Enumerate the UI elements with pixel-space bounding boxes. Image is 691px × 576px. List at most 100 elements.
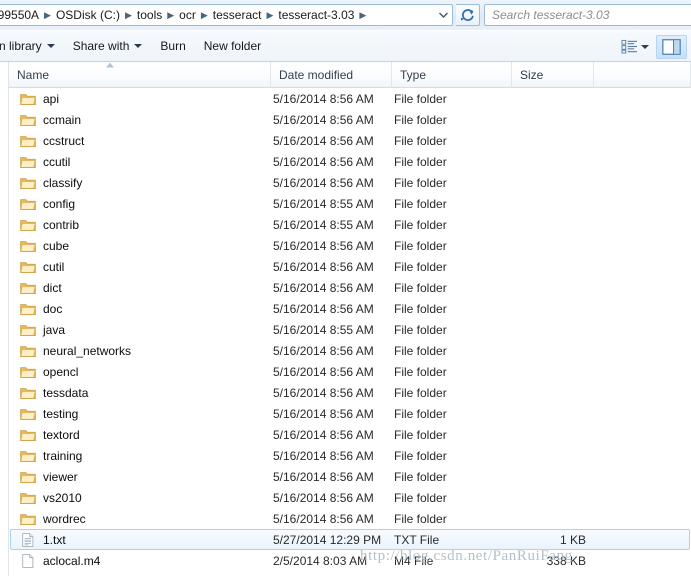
file-name-cell[interactable]: opencl <box>11 365 273 379</box>
file-name-cell[interactable]: testing <box>11 407 273 421</box>
file-date-cell: 2/5/2014 8:03 AM <box>273 553 368 568</box>
file-type-cell: File folder <box>394 133 447 148</box>
change-view-button[interactable] <box>616 35 654 58</box>
breadcrumb-item[interactable]: tesseract-3.03 <box>275 7 357 23</box>
refresh-button[interactable] <box>456 4 480 26</box>
folder-icon <box>20 93 36 105</box>
breadcrumb-item[interactable]: 799550A <box>0 7 42 23</box>
breadcrumb-item[interactable]: OSDisk (C:) <box>53 7 123 23</box>
file-list-row[interactable]: config 5/16/2014 8:55 AM File folder <box>10 193 690 214</box>
file-date-cell: 5/16/2014 8:55 AM <box>273 217 374 232</box>
toolbar-item-label: n library <box>0 39 42 53</box>
file-name-cell[interactable]: contrib <box>11 218 273 232</box>
folder-icon <box>20 471 36 483</box>
toolbar-item-label: New folder <box>203 39 262 53</box>
new-folder-button[interactable]: New folder <box>195 34 270 58</box>
search-input[interactable]: Search tesseract-3.03 <box>484 4 691 26</box>
file-size-cell: 338 KB <box>546 553 586 568</box>
file-name-cell[interactable]: cube <box>11 239 273 253</box>
column-header-date-modified[interactable]: Date modified <box>271 61 392 88</box>
column-header-size[interactable]: Size <box>512 61 594 88</box>
navigation-pane[interactable] <box>0 62 8 576</box>
folder-icon <box>20 114 36 126</box>
file-list-row[interactable]: classify 5/16/2014 8:56 AM File folder <box>10 172 690 193</box>
file-name-cell[interactable]: tessdata <box>11 386 273 400</box>
folder-icon <box>20 198 36 210</box>
file-list-row[interactable]: opencl 5/16/2014 8:56 AM File folder <box>10 361 690 382</box>
file-list-row[interactable]: vs2010 5/16/2014 8:56 AM File folder <box>10 487 690 508</box>
column-header-type[interactable]: Type <box>392 61 512 88</box>
file-type-cell: File folder <box>394 301 447 316</box>
file-name-cell[interactable]: vs2010 <box>11 491 273 505</box>
share-with-button[interactable]: Share with <box>64 34 152 58</box>
breadcrumb-separator-icon[interactable]: ▶ <box>357 10 368 20</box>
include-in-library-button[interactable]: n library <box>0 34 64 58</box>
file-list-row[interactable]: viewer 5/16/2014 8:56 AM File folder <box>10 466 690 487</box>
file-name-cell[interactable]: config <box>11 197 273 211</box>
breadcrumb-separator-icon[interactable]: ▶ <box>123 10 134 20</box>
file-name-cell[interactable]: classify <box>11 176 273 190</box>
breadcrumb-separator-icon[interactable]: ▶ <box>165 10 176 20</box>
breadcrumb-separator-icon[interactable]: ▶ <box>264 10 275 20</box>
file-name-cell[interactable]: neural_networks <box>11 344 273 358</box>
file-list-row[interactable]: ccmain 5/16/2014 8:56 AM File folder <box>10 109 690 130</box>
breadcrumb-separator-icon[interactable]: ▶ <box>199 10 210 20</box>
file-date-cell: 5/16/2014 8:56 AM <box>273 238 374 253</box>
file-list-row[interactable]: 1.txt 5/27/2014 12:29 PM TXT File 1 KB <box>10 529 690 550</box>
file-name-cell[interactable]: cutil <box>11 260 273 274</box>
file-name-cell[interactable]: java <box>11 323 273 337</box>
file-name-cell[interactable]: textord <box>11 428 273 442</box>
file-date-cell: 5/16/2014 8:56 AM <box>273 133 374 148</box>
file-list-row[interactable]: cutil 5/16/2014 8:56 AM File folder <box>10 256 690 277</box>
file-list-row[interactable]: dict 5/16/2014 8:56 AM File folder <box>10 277 690 298</box>
file-name-cell[interactable]: ccmain <box>11 113 273 127</box>
folder-icon <box>20 240 36 252</box>
file-type-cell: File folder <box>394 280 447 295</box>
file-name-cell[interactable]: training <box>11 449 273 463</box>
file-type-cell: File folder <box>394 196 447 211</box>
file-list-row[interactable]: wordrec 5/16/2014 8:56 AM File folder <box>10 508 690 529</box>
burn-button[interactable]: Burn <box>151 34 194 58</box>
address-bar[interactable]: 799550A▶OSDisk (C:)▶tools▶ocr▶tesseract▶… <box>0 4 453 26</box>
file-date-cell: 5/16/2014 8:55 AM <box>273 196 374 211</box>
breadcrumb-item[interactable]: ocr <box>176 7 199 23</box>
file-name-cell[interactable]: ccutil <box>11 155 273 169</box>
file-list-row[interactable]: java 5/16/2014 8:55 AM File folder <box>10 319 690 340</box>
file-name-cell[interactable]: ccstruct <box>11 134 273 148</box>
address-history-dropdown[interactable] <box>434 5 452 25</box>
file-name-cell[interactable]: api <box>11 92 273 106</box>
file-list-row[interactable]: textord 5/16/2014 8:56 AM File folder <box>10 424 690 445</box>
file-name-cell[interactable]: doc <box>11 302 273 316</box>
file-list-row[interactable]: ccstruct 5/16/2014 8:56 AM File folder <box>10 130 690 151</box>
file-list-row[interactable]: testing 5/16/2014 8:56 AM File folder <box>10 403 690 424</box>
file-name-label: config <box>43 196 76 211</box>
breadcrumb-separator-icon[interactable]: ▶ <box>42 10 53 20</box>
file-list-row[interactable]: training 5/16/2014 8:56 AM File folder <box>10 445 690 466</box>
breadcrumb-item[interactable]: tools <box>134 7 165 23</box>
folder-icon <box>20 492 36 504</box>
file-list-row[interactable]: tessdata 5/16/2014 8:56 AM File folder <box>10 382 690 403</box>
file-list[interactable]: api 5/16/2014 8:56 AM File folder ccmain 5/1… <box>9 88 691 576</box>
file-list-row[interactable]: aclocal.m4 2/5/2014 8:03 AM M4 File 338 KB <box>10 550 690 571</box>
file-name-cell[interactable]: 1.txt <box>11 533 273 547</box>
file-list-row[interactable]: contrib 5/16/2014 8:55 AM File folder <box>10 214 690 235</box>
generic-file-icon <box>22 553 34 568</box>
file-list-row[interactable]: doc 5/16/2014 8:56 AM File folder <box>10 298 690 319</box>
breadcrumb-item[interactable]: tesseract <box>210 7 265 23</box>
column-header-name[interactable]: Name <box>9 61 271 88</box>
file-date-cell: 5/16/2014 8:56 AM <box>273 343 374 358</box>
file-list-row[interactable]: api 5/16/2014 8:56 AM File folder <box>10 88 690 109</box>
file-name-label: tessdata <box>43 385 89 400</box>
file-name-cell[interactable]: viewer <box>11 470 273 484</box>
column-header-blank[interactable] <box>594 61 691 88</box>
file-type-cell: File folder <box>394 217 447 232</box>
file-name-cell[interactable]: aclocal.m4 <box>11 554 273 568</box>
file-list-row[interactable]: neural_networks 5/16/2014 8:56 AM File fol… <box>10 340 690 361</box>
file-date-cell: 5/16/2014 8:56 AM <box>273 259 374 274</box>
file-name-cell[interactable]: dict <box>11 281 273 295</box>
file-list-row[interactable]: cube 5/16/2014 8:56 AM File folder <box>10 235 690 256</box>
preview-pane-button[interactable] <box>656 34 687 59</box>
file-list-row[interactable]: ccutil 5/16/2014 8:56 AM File folder <box>10 151 690 172</box>
sort-ascending-icon <box>106 62 114 68</box>
file-name-cell[interactable]: wordrec <box>11 512 273 526</box>
